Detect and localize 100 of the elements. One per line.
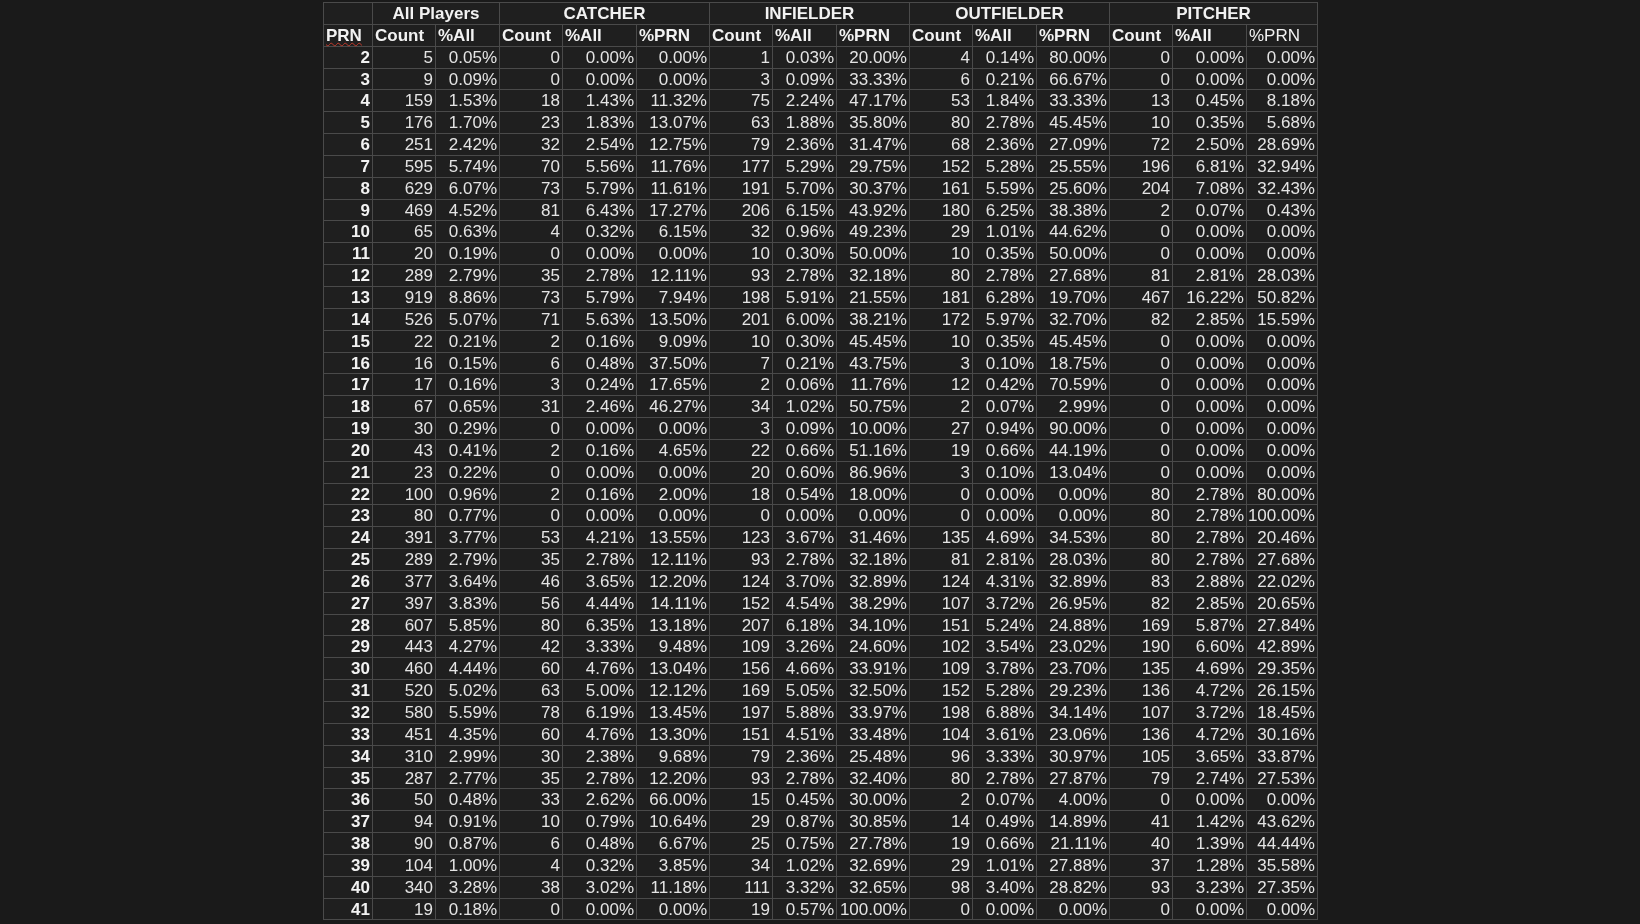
table-cell: 0.35% [973,243,1037,266]
table-cell: 42.89% [1247,636,1318,659]
table-cell: 6 [500,352,563,375]
table-cell: 24.88% [1037,614,1110,637]
column-header: %PRN [637,24,710,47]
row-header: 7 [324,155,373,178]
table-cell: 0.48% [563,833,637,855]
table-cell: 73 [500,286,563,309]
table-cell: 107 [1110,702,1173,724]
row-header: 33 [324,723,373,746]
table-cell: 66.00% [637,789,710,812]
table-cell: 11.61% [637,177,710,200]
table-cell: 1.43% [563,90,637,113]
table-cell: 81 [1110,265,1173,287]
table-cell: 13.30% [637,723,710,746]
row-header: 17 [324,374,373,397]
table-cell: 111 [710,876,773,899]
table-cell: 136 [1110,680,1173,702]
table-cell: 5.59% [973,177,1037,200]
table-cell: 30 [500,745,563,768]
table-cell: 17.27% [637,199,710,222]
table-cell: 32.65% [837,876,910,899]
row-header: 5 [324,112,373,135]
table-cell: 5.28% [973,155,1037,178]
table-cell: 607 [373,614,436,637]
table-cell: 4.51% [773,723,837,746]
table-cell: 0.96% [773,221,837,244]
row-header: 40 [324,876,373,899]
table-cell: 0.00% [1173,352,1247,375]
table-cell: 0.87% [436,833,500,855]
table-cell: 35 [500,767,563,790]
table-cell: 4.31% [973,570,1037,593]
table-cell: 5.79% [563,177,637,200]
table-cell: 5.29% [773,155,837,178]
table-cell: 45.45% [1037,112,1110,135]
table-cell: 20 [373,243,436,266]
table-cell: 56 [500,592,563,615]
table-cell: 2.78% [1173,527,1247,550]
table-cell: 43.62% [1247,811,1318,834]
table-cell: 397 [373,592,436,615]
row-header: 15 [324,330,373,353]
table-cell: 3.78% [973,658,1037,681]
table-cell: 310 [373,745,436,768]
table-cell: 4.52% [436,199,500,222]
table-cell: 2.78% [973,265,1037,287]
table-cell: 34 [710,396,773,419]
table-cell: 0.41% [436,439,500,462]
table-cell: 10 [710,330,773,353]
table-cell: 16 [373,352,436,375]
table-cell: 2.00% [637,483,710,506]
table-cell: 9.68% [637,745,710,768]
table-cell: 2 [710,374,773,397]
table-cell: 13.45% [637,702,710,724]
table-cell: 0.60% [773,461,837,484]
table-cell: 3.54% [973,636,1037,659]
table-cell: 0.42% [973,374,1037,397]
table-cell: 4 [910,46,973,69]
table-cell: 8.86% [436,286,500,309]
table-cell: 27.68% [1037,265,1110,287]
table-cell: 32.94% [1247,155,1318,178]
row-header: 31 [324,680,373,702]
row-header: 21 [324,461,373,484]
table-cell: 20.65% [1247,592,1318,615]
row-header: 34 [324,745,373,768]
table-cell: 10.64% [637,811,710,834]
table-cell: 1.01% [973,221,1037,244]
table-cell: 0 [1110,243,1173,266]
table-cell: 0 [910,898,973,921]
table-cell: 0.24% [563,374,637,397]
table-cell: 29.35% [1247,658,1318,681]
table-cell: 0.30% [773,330,837,353]
table-cell: 0.00% [1173,898,1247,921]
table-cell: 21.11% [1037,833,1110,855]
table-cell: 11.76% [637,155,710,178]
table-cell: 0.09% [436,68,500,91]
table-cell: 0.96% [436,483,500,506]
column-header: Count [373,24,436,47]
table-cell: 451 [373,723,436,746]
table-cell: 3 [710,68,773,91]
table-cell: 5.97% [973,308,1037,331]
row-header: 37 [324,811,373,834]
table-cell: 3.85% [637,854,710,877]
table-cell: 0.00% [1247,439,1318,462]
table-cell: 70 [500,155,563,178]
table-cell: 65 [373,221,436,244]
row-header: 28 [324,614,373,637]
table-cell: 27.68% [1247,549,1318,571]
table-cell: 0.15% [436,352,500,375]
table-cell: 0 [500,243,563,266]
row-header: 19 [324,418,373,440]
table-cell: 45.45% [1037,330,1110,353]
table-cell: 159 [373,90,436,113]
table-cell: 0.09% [773,68,837,91]
table-cell: 0 [500,505,563,528]
table-cell: 25.55% [1037,155,1110,178]
table-cell: 51.16% [837,439,910,462]
table-cell: 5.02% [436,680,500,702]
table-cell: 0.06% [773,374,837,397]
table-cell: 0 [1110,374,1173,397]
table-cell: 0.00% [563,505,637,528]
